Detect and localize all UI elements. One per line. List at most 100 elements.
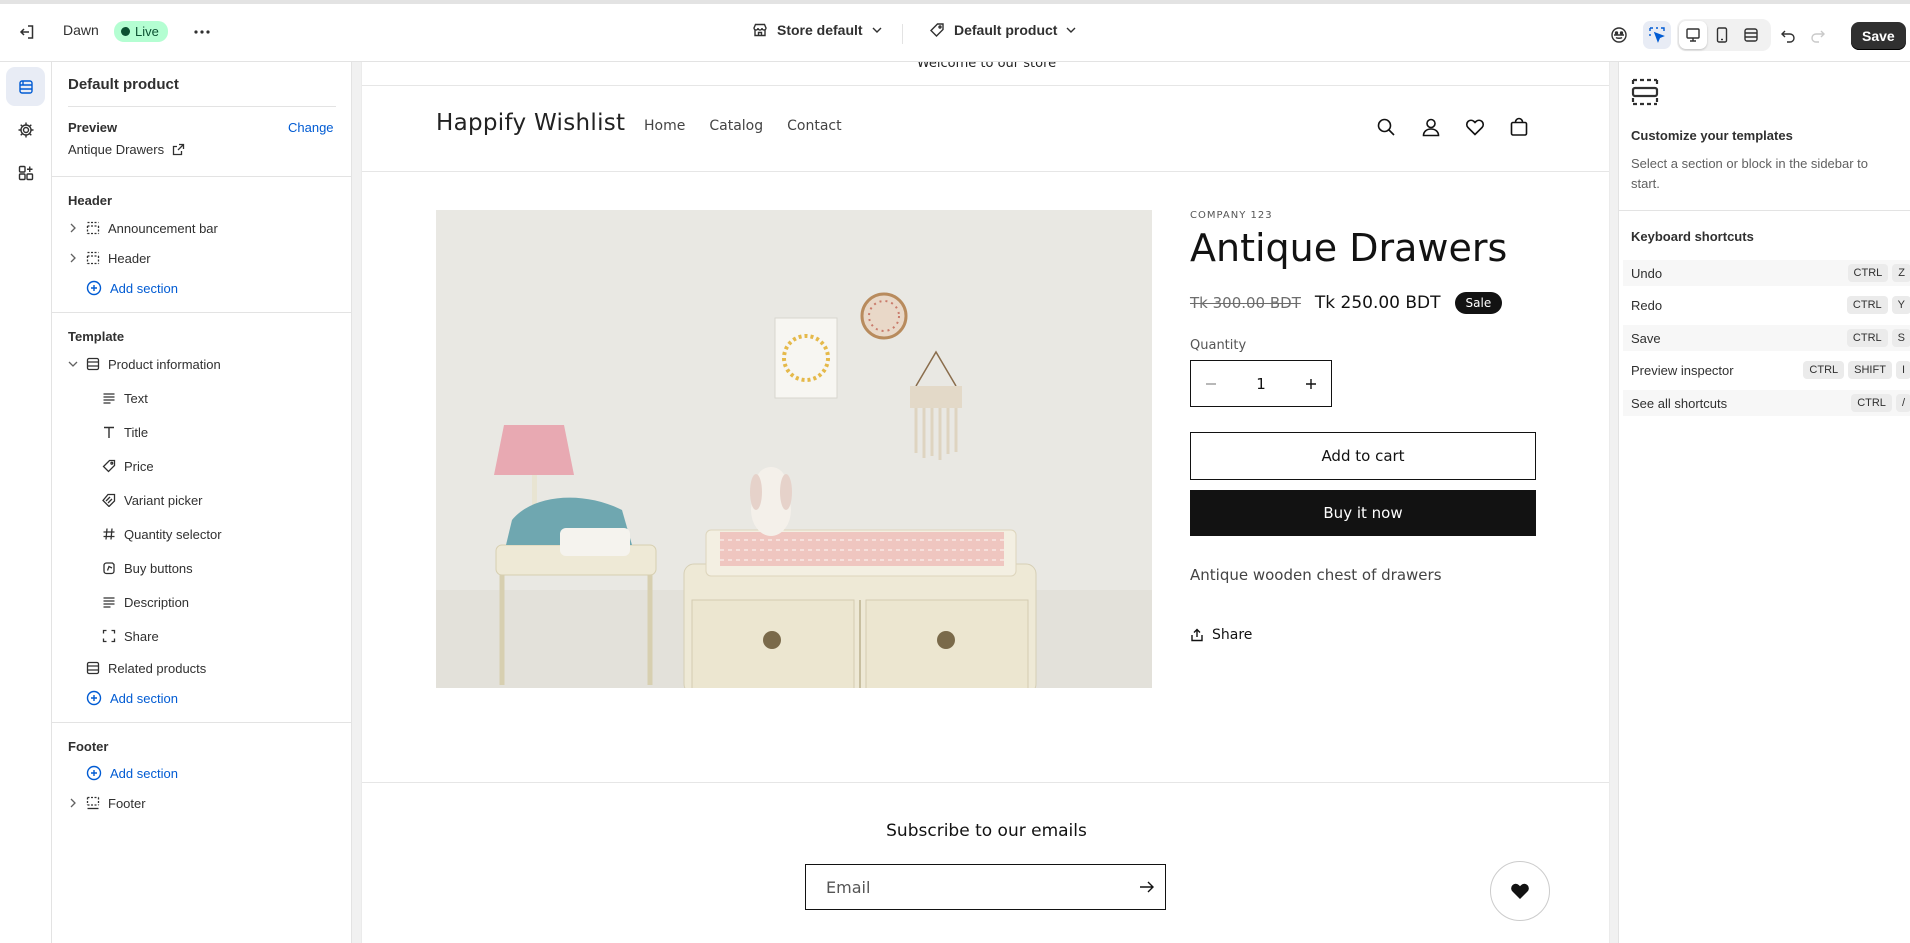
product-title: Antique Drawers <box>1190 226 1508 270</box>
footer-add-section-button[interactable]: Add section <box>86 762 178 784</box>
app-embeds-icon[interactable] <box>6 153 45 192</box>
preview-product-name: Antique Drawers <box>68 141 165 157</box>
store-context-selector[interactable]: Store default <box>752 22 882 38</box>
announcement-text: Welcome to our store <box>916 62 1057 71</box>
template-group-title: Template <box>68 329 125 344</box>
preview-change-link[interactable]: Change <box>288 120 334 135</box>
share-frame-icon <box>102 629 116 643</box>
store-logo[interactable]: Happify Wishlist <box>436 110 625 136</box>
customize-template-icon <box>1629 76 1661 108</box>
block-item-description[interactable]: Description <box>102 591 189 613</box>
email-field[interactable]: Email <box>805 864 1166 910</box>
chevron-right-icon[interactable] <box>68 223 78 233</box>
account-icon[interactable] <box>1417 113 1445 141</box>
key-cap: CTRL <box>1846 329 1888 347</box>
storefront-page: Welcome to our store Happify Wishlist Ho… <box>361 62 1610 943</box>
quantity-stepper: 1 <box>1190 360 1332 407</box>
external-link-icon <box>172 143 185 155</box>
nav-link-home[interactable]: Home <box>644 118 685 134</box>
add-section-label: Add section <box>110 280 178 296</box>
nav-link-catalog[interactable]: Catalog <box>709 118 763 134</box>
block-item-share[interactable]: Share <box>102 625 159 647</box>
store-header: Happify Wishlist Home Catalog Contact <box>362 86 1609 172</box>
product-image[interactable] <box>436 210 1152 688</box>
search-icon[interactable] <box>1372 113 1400 141</box>
quantity-input[interactable]: 1 <box>1256 375 1266 393</box>
sidebar-item-footer[interactable]: Footer <box>68 792 146 814</box>
sale-badge: Sale <box>1454 292 1503 314</box>
key-cap: CTRL <box>1851 394 1892 412</box>
arrow-right-icon[interactable] <box>1139 881 1155 893</box>
panel-title: Customize your templates <box>1631 128 1793 143</box>
sidebar-item-related-products[interactable]: Related products <box>86 657 206 679</box>
sidebar-item-label: Header <box>108 250 151 266</box>
hash-icon <box>103 528 115 540</box>
theme-settings-gear-icon[interactable] <box>6 110 45 149</box>
shortcut-label: Undo <box>1631 265 1663 281</box>
save-button[interactable]: Save <box>1851 22 1906 50</box>
redo-icon[interactable] <box>1804 21 1832 49</box>
shortcut-keys: CTRL / <box>1851 394 1910 412</box>
more-options-icon[interactable] <box>188 18 216 46</box>
shortcut-keys: CTRL SHIFT I <box>1803 361 1910 379</box>
share-button[interactable]: Share <box>1190 627 1252 643</box>
sidebar-item-product-information[interactable]: Product information <box>68 353 221 375</box>
nav-link-contact[interactable]: Contact <box>787 118 841 134</box>
undo-icon[interactable] <box>1774 21 1802 49</box>
preview-label: Preview <box>68 120 118 135</box>
minus-icon[interactable] <box>1205 378 1217 390</box>
sidebar-item-label: Product information <box>108 356 221 372</box>
key-cap: Y <box>1891 296 1910 314</box>
newsletter-title: Subscribe to our emails <box>886 821 1087 841</box>
divider <box>52 312 351 313</box>
add-section-label: Add section <box>110 690 178 706</box>
block-item-price[interactable]: Price <box>102 455 154 477</box>
divider <box>52 722 351 723</box>
add-section-label: Add section <box>110 765 178 781</box>
shortcut-label: See all shortcuts <box>1631 395 1728 411</box>
key-cap: Z <box>1892 264 1910 282</box>
wishlist-heart-icon[interactable] <box>1461 113 1489 141</box>
accessibility-icon[interactable] <box>1605 21 1633 49</box>
sections-icon[interactable] <box>6 67 45 106</box>
sidebar-item-header[interactable]: Header <box>68 247 151 269</box>
add-to-cart-button[interactable]: Add to cart <box>1190 432 1536 480</box>
exit-icon[interactable] <box>13 18 41 46</box>
block-item-variant-picker[interactable]: Variant picker <box>102 489 203 511</box>
chevron-right-icon[interactable] <box>68 798 78 808</box>
sections-sidebar: Default product Preview Change Antique D… <box>52 62 352 943</box>
key-cap: S <box>1891 329 1910 347</box>
block-item-label: Variant picker <box>124 492 203 508</box>
buy-now-button[interactable]: Buy it now <box>1190 490 1536 536</box>
template-context-selector[interactable]: Default product <box>929 22 1076 38</box>
shortcut-keys: CTRL Z <box>1847 264 1910 282</box>
key-cap: CTRL <box>1847 264 1889 282</box>
shortcut-row-see-all[interactable]: See all shortcuts CTRL / <box>1623 390 1910 416</box>
block-item-buy-buttons[interactable]: Buy buttons <box>102 557 193 579</box>
block-item-text[interactable]: Text <box>102 387 148 409</box>
topbar-divider <box>902 24 903 44</box>
sale-price: Tk 250.00 BDT <box>1314 293 1441 313</box>
product-description: Antique wooden chest of drawers <box>1190 566 1442 584</box>
live-dot-icon <box>121 27 130 36</box>
preview-product-link[interactable]: Antique Drawers <box>68 138 185 160</box>
wishlist-floating-button[interactable] <box>1490 861 1550 921</box>
block-item-title[interactable]: Title <box>102 421 148 443</box>
fullscreen-view-icon[interactable] <box>1737 21 1765 49</box>
sidebar-item-announcement-bar[interactable]: Announcement bar <box>68 217 218 239</box>
text-lines-icon <box>103 597 115 608</box>
shortcut-row-save: Save CTRL S <box>1623 325 1910 351</box>
desktop-view-icon[interactable] <box>1679 21 1707 49</box>
chevron-right-icon[interactable] <box>68 253 78 263</box>
cart-icon[interactable] <box>1505 113 1533 141</box>
plus-icon[interactable] <box>1305 378 1317 390</box>
block-item-quantity-selector[interactable]: Quantity selector <box>102 523 222 545</box>
template-add-section-button[interactable]: Add section <box>86 687 178 709</box>
inspector-select-icon[interactable] <box>1643 21 1671 49</box>
newsletter-section: Subscribe to our emails Email <box>362 782 1609 943</box>
live-badge: Live <box>114 21 168 42</box>
announcement-bar: Welcome to our store <box>362 62 1609 86</box>
chevron-down-icon[interactable] <box>68 361 78 367</box>
header-add-section-button[interactable]: Add section <box>86 277 178 299</box>
mobile-view-icon[interactable] <box>1708 21 1736 49</box>
